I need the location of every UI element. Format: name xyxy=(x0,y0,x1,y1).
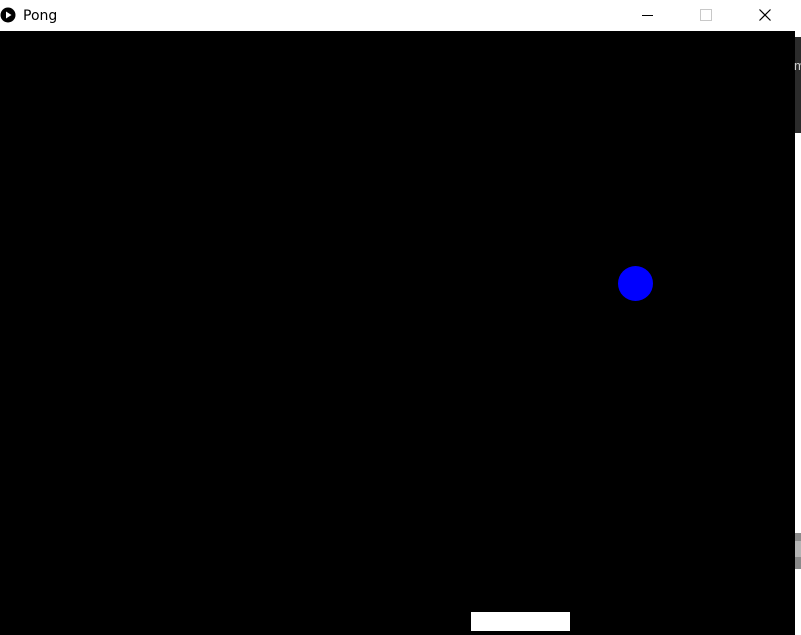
close-icon xyxy=(759,9,771,21)
background-window-dark-panel xyxy=(795,37,801,133)
title-bar[interactable]: Pong xyxy=(0,0,801,31)
close-button[interactable] xyxy=(742,0,788,31)
background-window-scrollbar-thumb xyxy=(795,541,801,557)
paddle[interactable] xyxy=(471,612,570,631)
game-canvas[interactable] xyxy=(0,31,795,635)
ball xyxy=(618,266,653,301)
minimize-icon xyxy=(642,15,653,16)
window-title: Pong xyxy=(23,8,58,24)
minimize-button[interactable] xyxy=(624,0,670,31)
background-window-text: m xyxy=(794,58,801,73)
maximize-icon xyxy=(700,9,712,21)
play-circle-icon xyxy=(0,7,16,23)
pong-window: Pong m xyxy=(0,0,801,635)
maximize-button[interactable] xyxy=(683,0,729,31)
